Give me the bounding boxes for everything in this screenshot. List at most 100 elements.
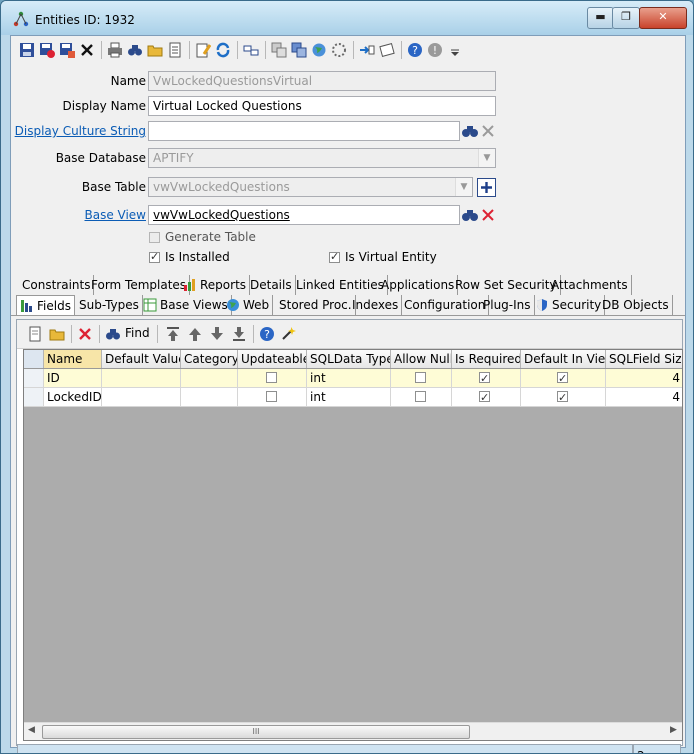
cell-default-value[interactable] bbox=[102, 388, 181, 406]
tab-sub-types[interactable]: Sub-Types bbox=[76, 295, 143, 315]
copy-record-icon[interactable] bbox=[291, 42, 307, 58]
close-button[interactable]: ✕ bbox=[639, 7, 687, 29]
move-down-icon[interactable] bbox=[209, 326, 225, 342]
add-icon[interactable] bbox=[477, 178, 496, 197]
column-header[interactable]: Category bbox=[181, 350, 238, 368]
cell-allow-null[interactable] bbox=[391, 388, 452, 406]
cell-sql-type[interactable]: int bbox=[307, 369, 391, 387]
display-culture-string-field[interactable] bbox=[148, 121, 460, 141]
maximize-button[interactable]: ❐ bbox=[612, 7, 640, 29]
column-header[interactable]: Default In View bbox=[521, 350, 606, 368]
info-icon[interactable]: ! bbox=[427, 42, 443, 58]
display-name-field[interactable]: Virtual Locked Questions bbox=[148, 96, 496, 116]
cell-default-in-view[interactable] bbox=[521, 369, 606, 387]
cell-name[interactable]: LockedID bbox=[44, 388, 102, 406]
find-icon[interactable] bbox=[127, 42, 143, 58]
link-icon[interactable] bbox=[243, 42, 259, 58]
generate-table-checkbox[interactable] bbox=[149, 232, 160, 243]
default-in-view-checkbox[interactable] bbox=[557, 370, 568, 387]
tab-constraints[interactable]: Constraints bbox=[19, 275, 95, 295]
clear-icon[interactable] bbox=[479, 122, 497, 140]
cell-default-value[interactable] bbox=[102, 369, 181, 387]
cell-sql-size[interactable]: 4 bbox=[606, 369, 682, 387]
tab-stored-proc[interactable]: Stored Proc. bbox=[276, 295, 356, 315]
move-top-icon[interactable] bbox=[165, 326, 181, 342]
chevron-down-icon[interactable]: ▼ bbox=[478, 149, 495, 167]
copy-icon[interactable] bbox=[271, 42, 287, 58]
save-and-close-icon[interactable] bbox=[39, 42, 55, 58]
chevron-down-icon[interactable]: ▼ bbox=[455, 178, 472, 196]
tab-web[interactable]: Web bbox=[223, 295, 274, 315]
clear-icon[interactable] bbox=[479, 206, 497, 224]
tab-row-set-security[interactable]: Row Set Security bbox=[452, 275, 561, 295]
column-header[interactable]: SQLData Type bbox=[307, 350, 391, 368]
base-database-combo[interactable]: APTIFY ▼ bbox=[148, 148, 496, 168]
horizontal-scrollbar[interactable]: ◀ III ▶ bbox=[24, 722, 682, 740]
minimize-button[interactable]: ▬ bbox=[587, 7, 614, 29]
tab-plug-ins[interactable]: Plug-Ins bbox=[480, 295, 535, 315]
column-header[interactable]: SQLField Size bbox=[606, 350, 682, 368]
updateable-checkbox[interactable] bbox=[266, 372, 277, 383]
allow-null-checkbox[interactable] bbox=[415, 391, 426, 402]
base-view-link[interactable]: Base View bbox=[11, 208, 146, 222]
table-row[interactable]: ID int 4 bbox=[24, 369, 682, 388]
move-up-icon[interactable] bbox=[187, 326, 203, 342]
tab-form-templates[interactable]: Form Templates bbox=[88, 275, 191, 295]
tab-details[interactable]: Details bbox=[247, 275, 296, 295]
save-icon[interactable] bbox=[19, 42, 35, 58]
tab-reports[interactable]: Reports bbox=[180, 275, 251, 295]
scroll-left-icon[interactable]: ◀ bbox=[28, 725, 35, 735]
loading-icon[interactable] bbox=[331, 42, 347, 58]
cell-updateable[interactable] bbox=[238, 388, 307, 406]
tab-applications[interactable]: Applications bbox=[378, 275, 459, 295]
tab-linked-entities[interactable]: Linked Entities bbox=[293, 275, 388, 295]
cell-allow-null[interactable] bbox=[391, 369, 452, 387]
notes-icon[interactable] bbox=[379, 42, 395, 58]
cell-sql-type[interactable]: int bbox=[307, 388, 391, 406]
cell-is-required[interactable] bbox=[452, 369, 521, 387]
open-folder-icon[interactable] bbox=[147, 42, 163, 58]
tab-fields[interactable]: Fields bbox=[16, 295, 75, 315]
send-icon[interactable] bbox=[359, 42, 375, 58]
print-icon[interactable] bbox=[107, 42, 123, 58]
column-header[interactable]: Default Value bbox=[102, 350, 181, 368]
default-in-view-checkbox[interactable] bbox=[557, 389, 568, 406]
refresh-icon[interactable] bbox=[215, 42, 231, 58]
toolbar-overflow-icon[interactable] bbox=[447, 42, 463, 58]
name-field[interactable]: VwLockedQuestionsVirtual bbox=[148, 71, 496, 91]
column-header[interactable]: Name bbox=[44, 350, 102, 368]
cell-sql-size[interactable]: 4 bbox=[606, 388, 682, 406]
row-selector[interactable] bbox=[24, 369, 44, 387]
scroll-right-icon[interactable]: ▶ bbox=[670, 725, 677, 735]
display-culture-string-link[interactable]: Display Culture String bbox=[11, 124, 146, 138]
wizard-icon[interactable] bbox=[281, 326, 297, 342]
cell-default-in-view[interactable] bbox=[521, 388, 606, 406]
find-button[interactable]: Find bbox=[105, 326, 153, 342]
row-selector[interactable] bbox=[24, 388, 44, 406]
is-virtual-entity-checkbox[interactable] bbox=[329, 250, 340, 263]
tab-configuration[interactable]: Configuration bbox=[401, 295, 490, 315]
allow-null-checkbox[interactable] bbox=[415, 372, 426, 383]
is-installed-checkbox[interactable] bbox=[149, 250, 160, 263]
is-required-checkbox[interactable] bbox=[479, 389, 490, 406]
base-table-combo[interactable]: vwVwLockedQuestions ▼ bbox=[148, 177, 473, 197]
delete-icon[interactable] bbox=[79, 42, 95, 58]
tab-db-objects[interactable]: DB Objects bbox=[599, 295, 673, 315]
base-view-field[interactable]: vwVwLockedQuestions bbox=[148, 205, 460, 225]
table-row[interactable]: LockedID int 4 bbox=[24, 388, 682, 407]
column-header[interactable]: Is Required bbox=[452, 350, 521, 368]
title-bar[interactable]: Entities ID: 1932 ▬ ❐ ✕ bbox=[1, 1, 693, 35]
updateable-checkbox[interactable] bbox=[266, 391, 277, 402]
cell-updateable[interactable] bbox=[238, 369, 307, 387]
row-selector-header[interactable] bbox=[24, 350, 44, 368]
help-icon[interactable]: ? bbox=[259, 326, 275, 342]
column-header[interactable]: Updateable bbox=[238, 350, 307, 368]
cell-name[interactable]: ID bbox=[44, 369, 102, 387]
scroll-thumb[interactable]: III bbox=[42, 725, 470, 739]
tab-indexes[interactable]: Indexes bbox=[349, 295, 403, 315]
column-header[interactable]: Allow Null bbox=[391, 350, 452, 368]
new-record-icon[interactable] bbox=[27, 326, 43, 342]
cell-category[interactable] bbox=[181, 388, 238, 406]
save-new-icon[interactable] bbox=[59, 42, 75, 58]
globe-icon[interactable] bbox=[311, 42, 327, 58]
